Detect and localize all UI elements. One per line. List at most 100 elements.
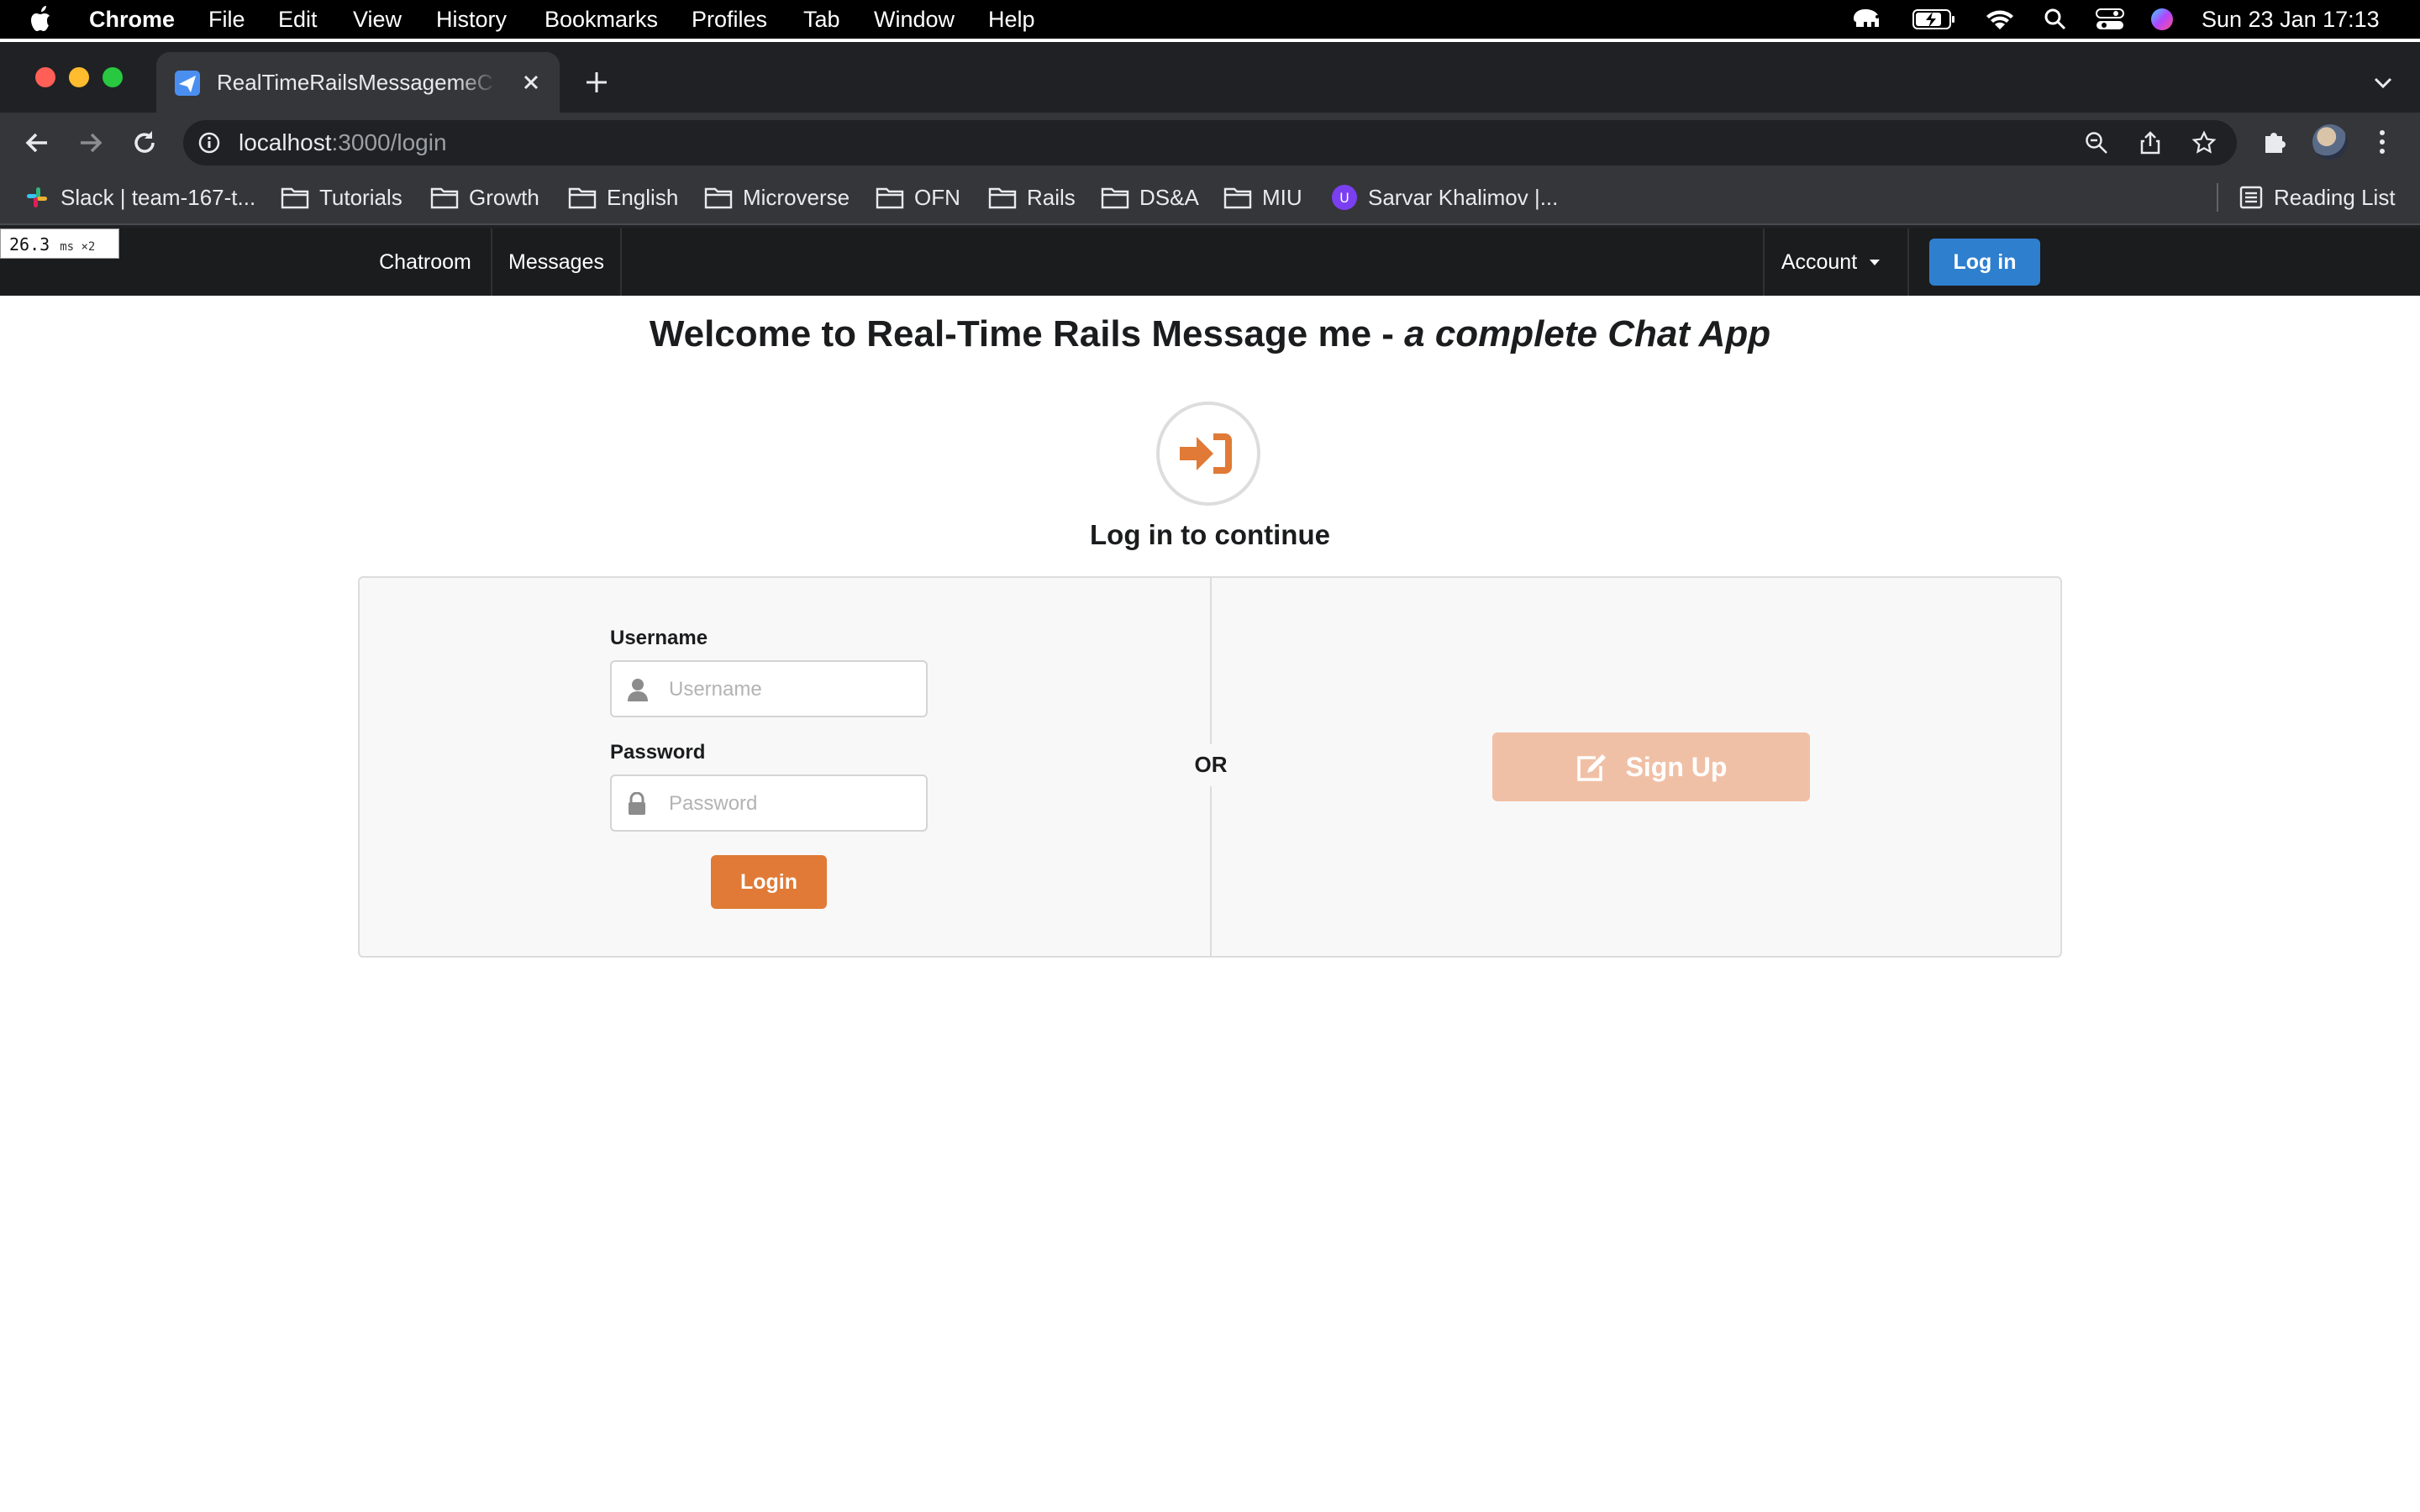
bookmark-folder-microverse[interactable]: Microverse	[704, 171, 850, 223]
folder-icon	[568, 187, 597, 209]
bookmark-label: Sarvar Khalimov |...	[1368, 184, 1559, 210]
dropdown-caret-icon	[1870, 260, 1881, 265]
bookmark-label: Slack | team-167-t...	[60, 184, 256, 210]
bookmark-label: Growth	[469, 184, 539, 210]
share-icon[interactable]	[2138, 130, 2163, 155]
bookmark-slack[interactable]: Slack | team-167-t...	[24, 171, 255, 223]
bookmark-label: Microverse	[743, 184, 850, 210]
siri-icon[interactable]	[2149, 0, 2175, 39]
perf-unit: ms ×2	[60, 240, 96, 254]
bookmarks-bar: Slack | team-167-t... Tutorials Growth E…	[0, 171, 2420, 225]
menu-bookmarks[interactable]: Bookmarks	[544, 0, 658, 39]
navbar-login-button[interactable]: Log in	[1929, 239, 2040, 286]
reading-list-label: Reading List	[2274, 184, 2396, 210]
new-tab-plus-icon[interactable]	[583, 69, 610, 96]
welcome-prefix: Welcome to Real-Time Rails Message me -	[649, 313, 1405, 354]
menu-file[interactable]: File	[208, 0, 245, 39]
password-label: Password	[610, 741, 706, 764]
spotlight-search-icon[interactable]	[2044, 0, 2067, 39]
username-input[interactable]	[667, 662, 919, 717]
vertical-divider	[1210, 786, 1212, 956]
bookmark-label: Tutorials	[319, 184, 402, 210]
url-host: localhost	[239, 129, 332, 155]
username-label: Username	[610, 627, 708, 649]
signup-label: Sign Up	[1625, 751, 1728, 782]
tab-search-chevron-down-icon[interactable]	[2371, 74, 2395, 92]
edit-icon	[1576, 754, 1606, 781]
lock-icon	[627, 792, 647, 816]
bookmark-folder-growth[interactable]: Growth	[430, 171, 539, 223]
perf-time: 26.3	[9, 234, 50, 255]
menubar-app-name[interactable]: Chrome	[89, 0, 175, 39]
user-icon	[627, 678, 649, 701]
wifi-icon[interactable]	[1985, 0, 2015, 39]
folder-icon	[876, 187, 904, 209]
bookmark-label: OFN	[914, 184, 960, 210]
login-submit-button[interactable]: Login	[711, 855, 827, 909]
site-info-icon[interactable]	[198, 132, 220, 154]
tab-close-icon[interactable]	[519, 71, 543, 94]
bookmark-folder-english[interactable]: English	[568, 171, 678, 223]
zoom-magnifier-icon[interactable]	[2084, 130, 2109, 155]
bookmark-folder-tutorials[interactable]: Tutorials	[281, 171, 402, 223]
window-minimize-button[interactable]	[69, 67, 89, 87]
bookmark-label: DS&A	[1139, 184, 1199, 210]
nav-messages-link[interactable]: Messages	[492, 228, 620, 296]
address-url[interactable]: localhost:3000/login	[239, 120, 447, 165]
battery-icon[interactable]	[1912, 0, 1956, 39]
username-field[interactable]	[610, 660, 928, 717]
page-subtitle: Log in to continue	[1090, 519, 1330, 550]
bookmark-folder-rails[interactable]: Rails	[988, 171, 1076, 223]
account-dropdown[interactable]: Account	[1765, 228, 1897, 296]
bookmark-star-icon[interactable]	[2191, 130, 2217, 155]
chrome-menu-kebab-icon[interactable]	[2376, 128, 2388, 156]
bookmark-folder-miu[interactable]: MIU	[1223, 171, 1302, 223]
nav-divider	[620, 228, 622, 296]
bookmark-sarvar-khalimov[interactable]: U Sarvar Khalimov |...	[1331, 171, 1558, 223]
nav-divider	[1907, 228, 1909, 296]
or-divider-text: OR	[1194, 752, 1228, 777]
nav-chatroom-link[interactable]: Chatroom	[361, 228, 489, 296]
folder-icon	[430, 187, 459, 209]
window-close-button[interactable]	[35, 67, 55, 87]
menu-profiles[interactable]: Profiles	[692, 0, 767, 39]
url-path: :3000/login	[331, 129, 447, 155]
menu-tab[interactable]: Tab	[803, 0, 840, 39]
menu-view[interactable]: View	[353, 0, 402, 39]
forward-arrow-icon[interactable]	[76, 128, 106, 158]
macos-menubar: Chrome File Edit View History Bookmarks …	[0, 0, 2420, 39]
menu-edit[interactable]: Edit	[278, 0, 318, 39]
address-bar[interactable]: localhost:3000/login	[183, 120, 2237, 165]
page-title: Welcome to Real-Time Rails Message me - …	[0, 307, 2420, 361]
extensions-puzzle-icon[interactable]	[2260, 128, 2289, 156]
folder-icon	[281, 187, 309, 209]
password-input[interactable]	[667, 776, 919, 832]
back-arrow-icon[interactable]	[22, 128, 52, 158]
elephant-app-icon[interactable]	[1850, 0, 1884, 39]
menu-history[interactable]: History	[436, 0, 507, 39]
profile-avatar[interactable]	[2312, 124, 2348, 160]
window-zoom-button[interactable]	[103, 67, 123, 87]
reload-icon[interactable]	[129, 128, 160, 158]
bookmark-folder-dsa[interactable]: DS&A	[1101, 171, 1199, 223]
folder-icon	[1223, 187, 1252, 209]
reading-list-button[interactable]: Reading List	[2238, 171, 2396, 223]
bookmarks-separator	[2217, 183, 2218, 212]
browser-tab-active[interactable]: RealTimeRailsMessagemeChatApp	[156, 52, 560, 113]
control-center-icon[interactable]	[2096, 0, 2124, 39]
bookmark-label: Rails	[1027, 184, 1076, 210]
bookmark-label: English	[607, 184, 679, 210]
signup-button[interactable]: Sign Up	[1492, 732, 1810, 801]
menu-window[interactable]: Window	[874, 0, 955, 39]
account-label: Account	[1781, 250, 1858, 274]
menubar-clock[interactable]: Sun 23 Jan 17:13	[2202, 0, 2380, 39]
tab-favicon-paper-plane-icon	[175, 71, 200, 96]
menu-help[interactable]: Help	[988, 0, 1035, 39]
bookmark-label: MIU	[1262, 184, 1302, 210]
tab-title: RealTimeRailsMessagemeChatApp	[217, 70, 494, 95]
bookmark-folder-ofn[interactable]: OFN	[876, 171, 960, 223]
rack-mini-profiler-badge[interactable]: 26.3 ms ×2	[0, 228, 119, 259]
folder-icon	[988, 187, 1017, 209]
apple-icon[interactable]	[30, 6, 54, 33]
password-field[interactable]	[610, 774, 928, 832]
